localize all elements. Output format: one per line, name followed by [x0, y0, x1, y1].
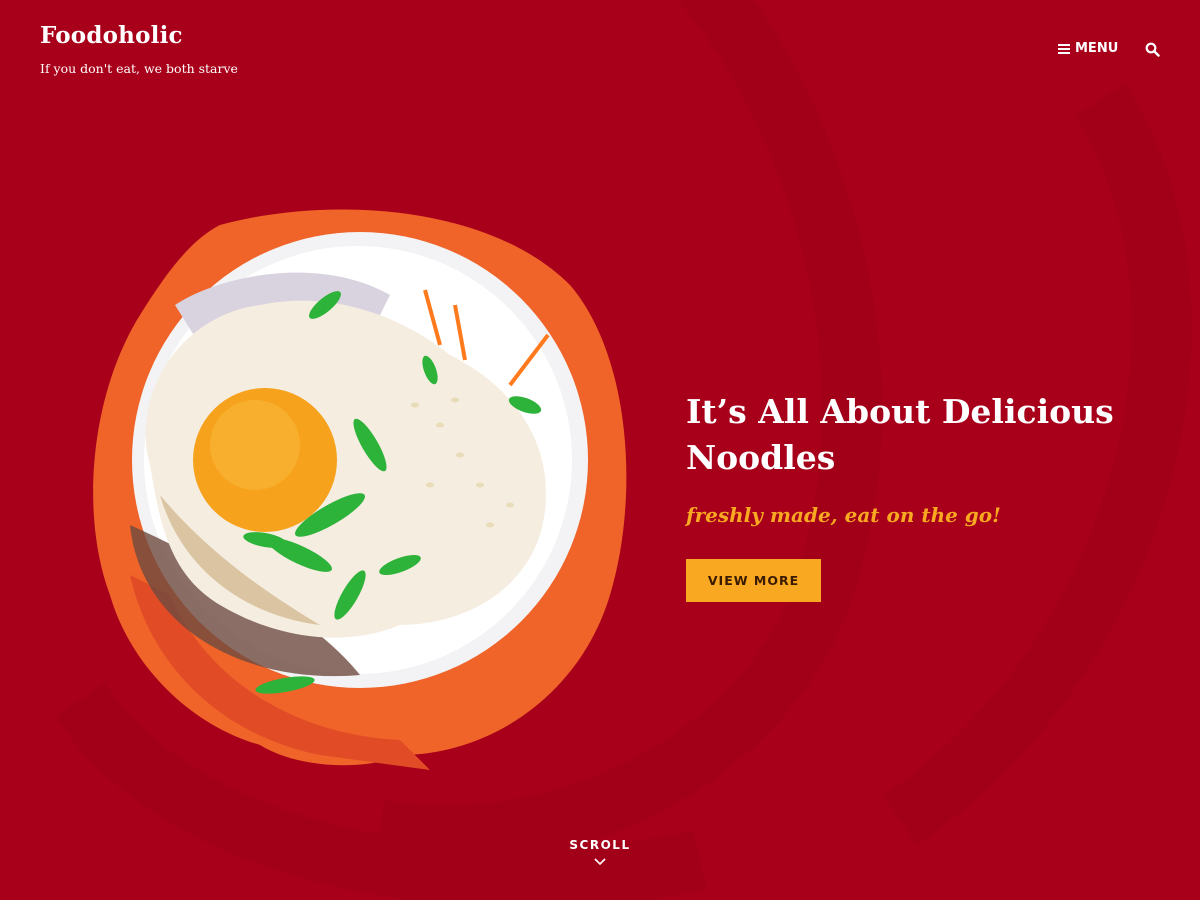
hero-subtitle: freshly made, eat on the go!: [686, 503, 1001, 527]
search-icon[interactable]: [1145, 42, 1160, 57]
chevron-down-icon: [594, 858, 606, 866]
scroll-indicator[interactable]: SCROLL: [540, 838, 660, 866]
hero-title: It’s All About Delicious Noodles: [686, 392, 1114, 477]
site-header: Foodoholic If you don't eat, we both sta…: [40, 22, 238, 76]
menu-button[interactable]: MENU: [1058, 41, 1118, 56]
view-more-button[interactable]: VIEW MORE: [686, 559, 821, 602]
hero-image: [93, 209, 627, 770]
hamburger-icon: [1058, 43, 1070, 54]
scroll-label: SCROLL: [569, 838, 631, 852]
menu-label: MENU: [1075, 41, 1119, 56]
hero-text: It’s All About Delicious Noodles freshly…: [686, 389, 1166, 527]
site-tagline: If you don't eat, we both starve: [40, 61, 238, 76]
site-title[interactable]: Foodoholic: [40, 22, 238, 49]
